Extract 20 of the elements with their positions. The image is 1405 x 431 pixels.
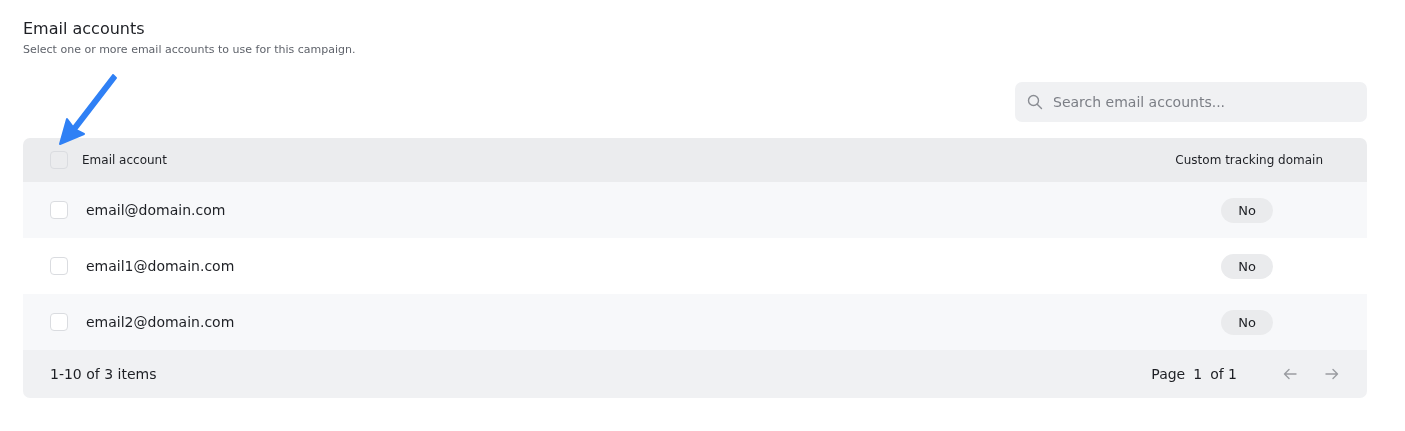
email-cell: email2@domain.com xyxy=(86,314,235,330)
tracking-badge: No xyxy=(1221,253,1273,279)
next-page-icon[interactable] xyxy=(1325,368,1339,380)
row-checkbox[interactable] xyxy=(50,201,68,219)
column-header: Custom tracking domain xyxy=(1175,153,1323,167)
search-field[interactable]: Search email accounts... xyxy=(1015,82,1367,122)
row-checkbox[interactable] xyxy=(50,313,68,331)
items-count: 1-10 of 3 items xyxy=(50,366,157,382)
page-number: 1 xyxy=(1193,366,1203,382)
tracking-badge: No xyxy=(1221,309,1273,335)
row-checkbox[interactable] xyxy=(50,257,68,275)
column-header: Email account xyxy=(82,153,167,167)
section-subtitle: Select one or more email accounts to use for this campaign. xyxy=(23,43,357,56)
previous-page-icon[interactable] xyxy=(1283,368,1297,380)
section-title: Email accounts xyxy=(23,18,146,40)
tracking-badge: No xyxy=(1221,197,1273,223)
page-label: Page xyxy=(1151,366,1186,382)
page-total: of 1 xyxy=(1210,366,1237,382)
email-cell: email1@domain.com xyxy=(86,258,235,274)
email-cell: email@domain.com xyxy=(86,202,226,218)
